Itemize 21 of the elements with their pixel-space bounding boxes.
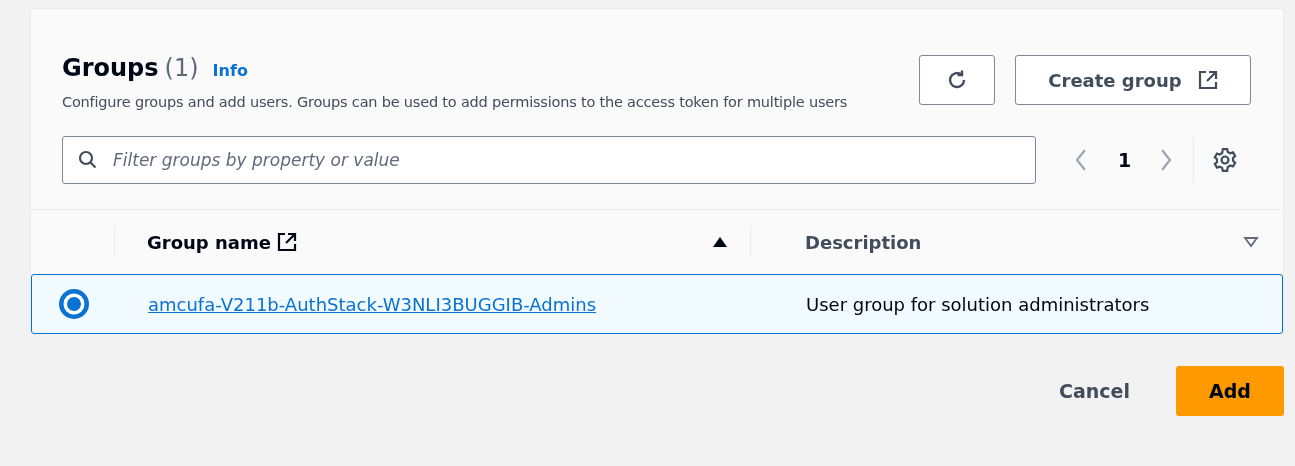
group-count: (1) [164, 54, 199, 82]
add-button[interactable]: Add [1176, 366, 1284, 416]
panel-description: Configure groups and add users. Groups can be used to add permissions to the access token for multiple users [62, 94, 848, 110]
radio-button[interactable] [57, 287, 91, 321]
sort-ascending-icon[interactable] [712, 236, 728, 248]
column-header[interactable]: Group name [147, 231, 297, 253]
refresh-button[interactable] [919, 55, 995, 105]
table-cell: User group for solution administrators [806, 293, 1150, 315]
panel-title: Groups [62, 54, 159, 82]
cancel-button[interactable]: Cancel [1039, 368, 1150, 414]
info-link[interactable]: Info [212, 61, 248, 80]
column-header[interactable]: Description [805, 231, 922, 253]
page-number[interactable]: 1 [1118, 149, 1132, 171]
settings-icon[interactable] [1212, 147, 1239, 173]
create-group-button[interactable]: Create group [1015, 55, 1251, 105]
group-name-link[interactable]: amcufa-V211b-AuthStack-W3NLI3BUGGIB-Admins [148, 293, 597, 315]
external-link-icon [276, 232, 297, 252]
filter-field[interactable]: Filter groups by property or value [62, 136, 1036, 184]
sort-icon[interactable] [1243, 236, 1259, 248]
table-row[interactable]: amcufa-V211b-AuthStack-W3NLI3BUGGIB-Admins User group for solution administrators [31, 274, 1283, 334]
external-link-icon [1197, 70, 1218, 90]
